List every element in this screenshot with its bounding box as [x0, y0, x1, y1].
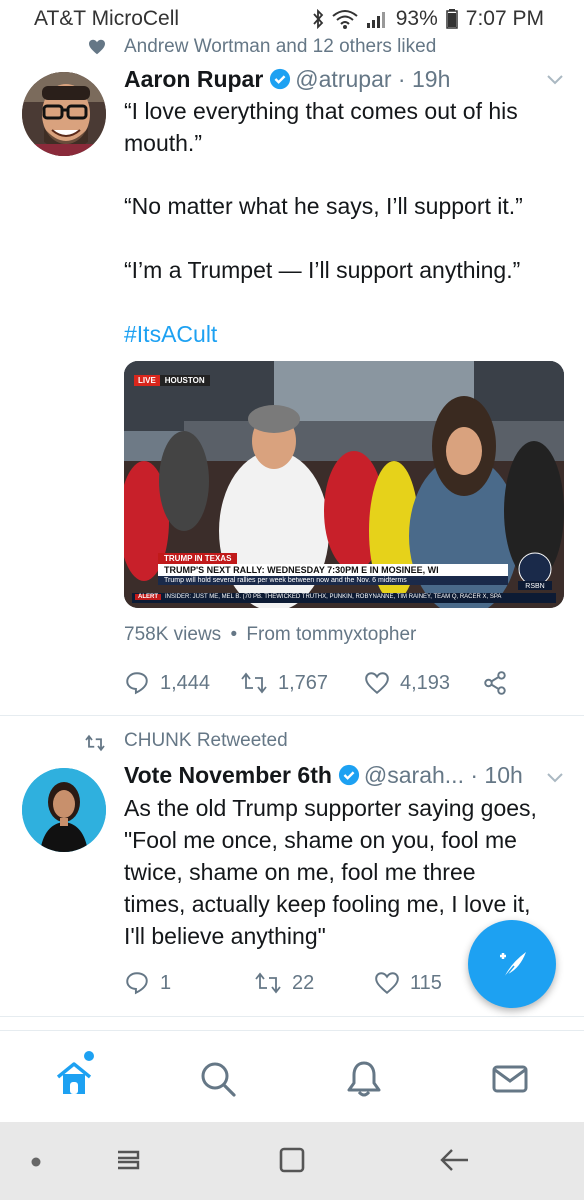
channel-logo-text: RSBN: [525, 583, 544, 590]
nav-home[interactable]: [54, 1059, 94, 1099]
share-button[interactable]: [482, 666, 508, 700]
tweet-text-line: “No matter what he says, I’ll support it…: [124, 193, 523, 219]
tweet-actions: 1,444 1,767 4,193: [124, 666, 544, 700]
home-icon: [56, 1062, 92, 1094]
tweet-time: 10h: [484, 762, 523, 788]
avatar-photo: [22, 768, 106, 852]
retweet-button[interactable]: 1,767: [240, 666, 328, 700]
battery-percent: 93%: [395, 7, 438, 30]
author-name[interactable]: Vote November 6th: [124, 762, 332, 788]
tweet-header: Vote November 6th @sarah... · 10h: [124, 762, 564, 792]
tweet-divider: [0, 715, 584, 716]
bottom-navigation: [0, 1030, 584, 1122]
retweet-count: 22: [292, 971, 315, 994]
video-player[interactable]: LIVE HOUSTON TRUMP IN TEXAS TRUMP'S NEXT…: [124, 361, 564, 608]
reply-icon: [126, 972, 148, 995]
meta-dot: •: [230, 624, 238, 645]
avatar-photo: [22, 72, 106, 156]
ticker-text: INSIDER: JUST ME, MEL B. (70 PB. THEWICK…: [165, 594, 502, 600]
wifi-icon: [332, 10, 358, 29]
author-handle[interactable]: @sarah...: [364, 762, 464, 788]
status-bar: AT&T MicroCell 93% 7:07 PM: [0, 0, 584, 38]
tweet-text-line: twice, shame on me, fool me three: [124, 859, 476, 885]
chevron-down-icon[interactable]: [546, 772, 564, 784]
video-meta: 758K views • From tommyxtopher: [124, 624, 416, 646]
location-badge: HOUSTON: [159, 375, 210, 386]
retweet-small-icon: [85, 734, 105, 752]
retweet-button[interactable]: 22: [254, 966, 314, 1000]
share-icon: [484, 671, 506, 695]
reply-count: 1: [160, 971, 172, 994]
author-handle[interactable]: @atrupar: [295, 66, 391, 92]
social-context-liked: Andrew Wortman and 12 others liked: [0, 36, 584, 62]
avatar[interactable]: [22, 72, 106, 156]
system-navigation-bar: [0, 1122, 584, 1200]
heart-outline-icon: [375, 972, 399, 995]
ticker-alert: ALERT: [135, 594, 161, 600]
like-count: 115: [410, 971, 442, 994]
carrier-name: AT&T MicroCell: [34, 7, 180, 30]
recent-apps-icon[interactable]: [112, 1144, 144, 1176]
retweet-icon: [241, 672, 267, 694]
tweet-text-line: “I love everything that comes out of his: [124, 98, 518, 124]
live-badge: LIVE: [134, 375, 160, 386]
bluetooth-icon: [313, 9, 323, 29]
reply-icon: [126, 672, 148, 695]
verified-badge-icon: [270, 68, 291, 90]
tweet-divider: [0, 1016, 584, 1017]
compose-tweet-button[interactable]: [468, 920, 556, 1008]
retweet-icon: [255, 972, 281, 994]
reply-count: 1,444: [160, 671, 211, 694]
like-button[interactable]: 115: [374, 966, 442, 1000]
avatar[interactable]: [22, 768, 106, 852]
nav-notifications[interactable]: [344, 1059, 384, 1099]
social-context-text: Andrew Wortman and 12 others liked: [124, 36, 437, 57]
clock-time: 7:07 PM: [465, 7, 544, 30]
tweet-text-line: As the old Trump supporter saying goes,: [124, 795, 537, 821]
tweet-text-line: I'll believe anything": [124, 923, 326, 949]
news-ticker: ALERT INSIDER: JUST ME, MEL B. (70 PB. TH…: [132, 593, 556, 603]
tweet-time: 19h: [411, 66, 451, 92]
channel-logo-icon: RSBN: [518, 552, 552, 590]
author-name[interactable]: Aaron Rupar: [124, 66, 263, 92]
video-source[interactable]: From tommyxtopher: [246, 624, 416, 645]
hashtag-link[interactable]: #ItsACult: [124, 319, 217, 350]
signal-icon: [366, 12, 385, 28]
tweet-text-line: mouth.”: [124, 130, 202, 156]
battery-icon: [446, 9, 458, 29]
mail-icon: [492, 1065, 528, 1093]
tweet-text-line: times, actually keep fooling me, I love …: [124, 891, 531, 917]
social-context-retweeted: CHUNK Retweeted: [0, 730, 584, 758]
lower-third-headline: TRUMP'S NEXT RALLY: WEDNESDAY 7:30PM E I…: [158, 564, 508, 576]
separator-dot: ·: [397, 66, 406, 92]
tweet-text-line: “I’m a Trumpet — I’ll support anything.”: [124, 257, 521, 283]
tweet-header: Aaron Rupar @atrupar · 19h: [124, 66, 564, 96]
retweet-count: 1,767: [278, 671, 329, 694]
like-button[interactable]: 4,193: [364, 666, 450, 700]
lower-third-subline: Trump will hold several rallies per week…: [158, 576, 508, 585]
like-count: 4,193: [400, 671, 451, 694]
nav-search[interactable]: [198, 1059, 238, 1099]
status-icons: 93% 7:07 PM: [312, 7, 544, 31]
tweet-text-line: "Fool me once, shame on you, fool me: [124, 827, 517, 853]
nav-messages[interactable]: [490, 1059, 530, 1099]
verified-badge-icon: [338, 764, 359, 786]
dot-icon[interactable]: [30, 1156, 42, 1168]
chevron-down-icon[interactable]: [546, 74, 564, 86]
back-icon[interactable]: [438, 1144, 472, 1176]
view-count: 758K views: [124, 624, 222, 645]
lower-third-tag: TRUMP IN TEXAS: [158, 553, 238, 564]
heart-icon: [89, 39, 105, 55]
search-icon: [201, 1062, 236, 1097]
heart-outline-icon: [365, 672, 389, 695]
compose-tweet-icon: [500, 952, 526, 979]
bell-icon: [347, 1061, 381, 1097]
reply-button[interactable]: 1: [124, 966, 171, 1000]
reply-button[interactable]: 1,444: [124, 666, 210, 700]
social-context-text: CHUNK Retweeted: [124, 730, 288, 751]
separator-dot: ·: [470, 762, 479, 788]
live-label: LIVE HOUSTON: [134, 375, 210, 386]
home-button-icon[interactable]: [276, 1144, 308, 1176]
